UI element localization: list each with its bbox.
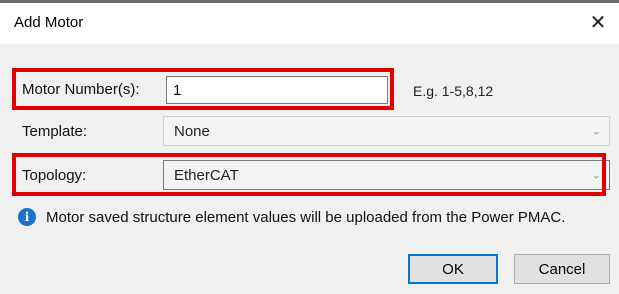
topology-select[interactable]: EtherCAT ⌄ [163,160,610,190]
dialog-title: Add Motor [14,14,84,31]
motor-numbers-label: Motor Number(s): [22,81,140,98]
info-message: Motor saved structure element values wil… [46,209,566,226]
template-label: Template: [22,123,88,140]
topology-selected-value: EtherCAT [174,166,239,184]
info-icon: i [18,208,36,226]
chevron-down-icon: ⌄ [591,169,601,182]
template-selected-value: None [174,122,210,140]
title-bar: Add Motor ✕ [0,0,619,44]
topology-label: Topology: [22,167,87,184]
template-select[interactable]: None ⌄ [163,116,610,146]
close-icon[interactable]: ✕ [587,11,609,34]
cancel-button[interactable]: Cancel [514,254,610,284]
motor-numbers-input[interactable] [166,76,388,104]
motor-numbers-hint: E.g. 1-5,8,12 [413,83,494,99]
add-motor-dialog: Add Motor ✕ Motor Number(s): E.g. 1-5,8,… [0,0,619,294]
ok-button[interactable]: OK [408,254,498,284]
chevron-down-icon: ⌄ [591,125,601,138]
